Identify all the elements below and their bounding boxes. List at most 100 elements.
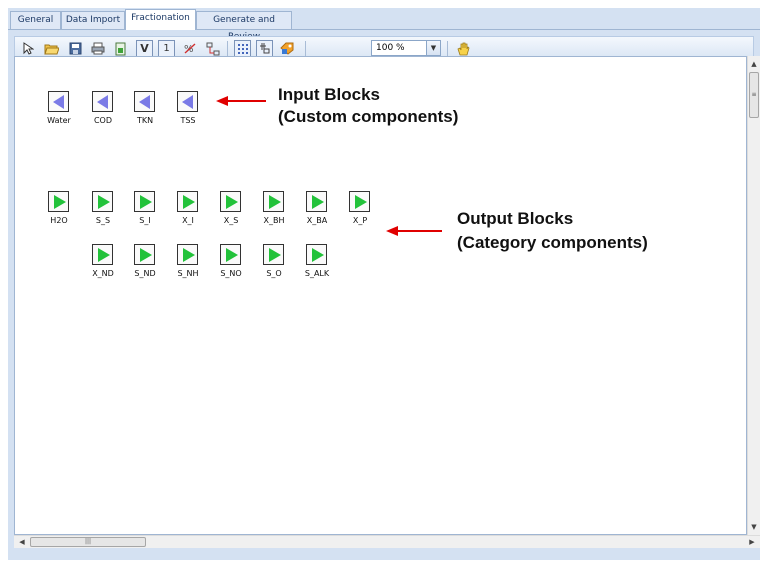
block-label: X_BA [306,216,328,225]
print-icon[interactable] [89,40,106,57]
pointer-icon[interactable] [19,40,36,57]
block-label: X_BH [263,216,285,225]
block-label: S_ND [134,269,156,278]
output-block-x-p[interactable]: X_P [344,191,378,231]
block-box [263,191,284,212]
block-box [48,191,69,212]
snap-icon[interactable] [256,40,273,57]
input-block-tkn[interactable]: TKN [129,91,163,131]
input-annotation-subtitle: (Custom components) [278,107,459,126]
connect-icon[interactable] [204,40,221,57]
block-label: X_I [182,216,194,225]
formula-icon[interactable]: % [181,40,198,57]
block-box [220,191,241,212]
chevron-down-icon[interactable]: ▼ [426,41,440,55]
output-annotation-subtitle: (Category components) [457,233,648,252]
toolbar-separator [447,41,448,56]
block-label: COD [93,116,113,125]
toolbar-separator [305,41,306,56]
v-icon[interactable]: V [136,40,153,57]
block-label: Water [47,116,71,125]
output-annotation-title: Output Blocks [457,209,574,228]
scroll-down-icon[interactable]: ▼ [748,521,760,533]
tab-data-import[interactable]: Data Import [61,11,125,29]
block-box [306,244,327,265]
output-triangle-icon [312,248,324,262]
block-box [349,191,370,212]
zoom-value: 100 % [376,43,405,53]
block-label: X_P [352,216,368,225]
input-triangle-icon [139,95,150,109]
block-box [177,244,198,265]
grid-icon[interactable] [234,40,251,57]
input-block-water[interactable]: Water [43,91,77,131]
input-triangle-icon [53,95,64,109]
block-label: S_S [95,216,111,225]
output-triangle-icon [140,195,152,209]
block-box [92,191,113,212]
horizontal-scroll-thumb[interactable]: ||| [30,537,146,547]
output-block-x-nd[interactable]: X_ND [87,244,121,284]
input-arrow-icon [216,96,266,106]
tag-icon[interactable] [279,40,296,57]
block-box [134,244,155,265]
one-icon[interactable]: 1 [158,40,175,57]
output-triangle-icon [226,248,238,262]
block-label: TSS [180,116,196,125]
block-label: S_O [266,269,282,278]
block-label: S_ALK [304,269,330,278]
output-triangle-icon [226,195,238,209]
vertical-scrollbar[interactable]: ▲ ≡ ▼ [747,56,760,535]
block-box [134,91,155,112]
diagram-canvas[interactable]: Water COD TKN TSS H2O S_S S_I X_I X_S X_… [14,56,747,535]
block-box [306,191,327,212]
output-triangle-icon [98,195,110,209]
output-block-s-i[interactable]: S_I [129,191,163,231]
block-box [48,91,69,112]
tab-general[interactable]: General [10,11,61,29]
tab-fractionation[interactable]: Fractionation [125,9,196,30]
output-triangle-icon [183,248,195,262]
block-label: S_NO [220,269,242,278]
scroll-right-icon[interactable]: ▶ [746,536,758,548]
block-label: S_NH [177,269,199,278]
output-block-x-bh[interactable]: X_BH [258,191,292,231]
output-block-s-o[interactable]: S_O [258,244,292,284]
output-block-s-nd[interactable]: S_ND [129,244,163,284]
block-box [92,91,113,112]
zoom-select[interactable]: 100 % ▼ [371,40,441,56]
scroll-left-icon[interactable]: ◀ [16,536,28,548]
output-triangle-icon [355,195,367,209]
output-block-s-s[interactable]: S_S [87,191,121,231]
vertical-scroll-thumb[interactable]: ≡ [749,72,759,118]
block-box [177,91,198,112]
tab-generate-and-review[interactable]: Generate and Review [196,11,292,42]
input-triangle-icon [97,95,108,109]
open-folder-icon[interactable] [43,40,60,57]
input-block-cod[interactable]: COD [87,91,121,131]
output-block-s-alk[interactable]: S_ALK [301,244,335,284]
output-block-x-s[interactable]: X_S [215,191,249,231]
tab-divider [8,29,760,30]
output-block-x-ba[interactable]: X_BA [301,191,335,231]
block-label: S_I [139,216,151,225]
save-icon[interactable] [67,40,84,57]
output-block-h2o[interactable]: H2O [43,191,77,231]
output-block-s-nh[interactable]: S_NH [172,244,206,284]
tab-bar: General Data Import Fractionation Genera… [8,8,760,42]
block-box [92,244,113,265]
output-triangle-icon [312,195,324,209]
input-block-tss[interactable]: TSS [172,91,206,131]
output-block-s-no[interactable]: S_NO [215,244,249,284]
horizontal-scrollbar[interactable]: ◀ ||| ▶ [14,535,760,548]
block-box [177,191,198,212]
export-icon[interactable] [112,40,129,57]
output-triangle-icon [269,248,281,262]
hand-icon[interactable] [454,40,471,57]
output-triangle-icon [140,248,152,262]
scroll-up-icon[interactable]: ▲ [748,58,760,70]
block-label: X_S [223,216,239,225]
output-triangle-icon [98,248,110,262]
toolbar-separator [227,41,228,56]
output-block-x-i[interactable]: X_I [172,191,206,231]
